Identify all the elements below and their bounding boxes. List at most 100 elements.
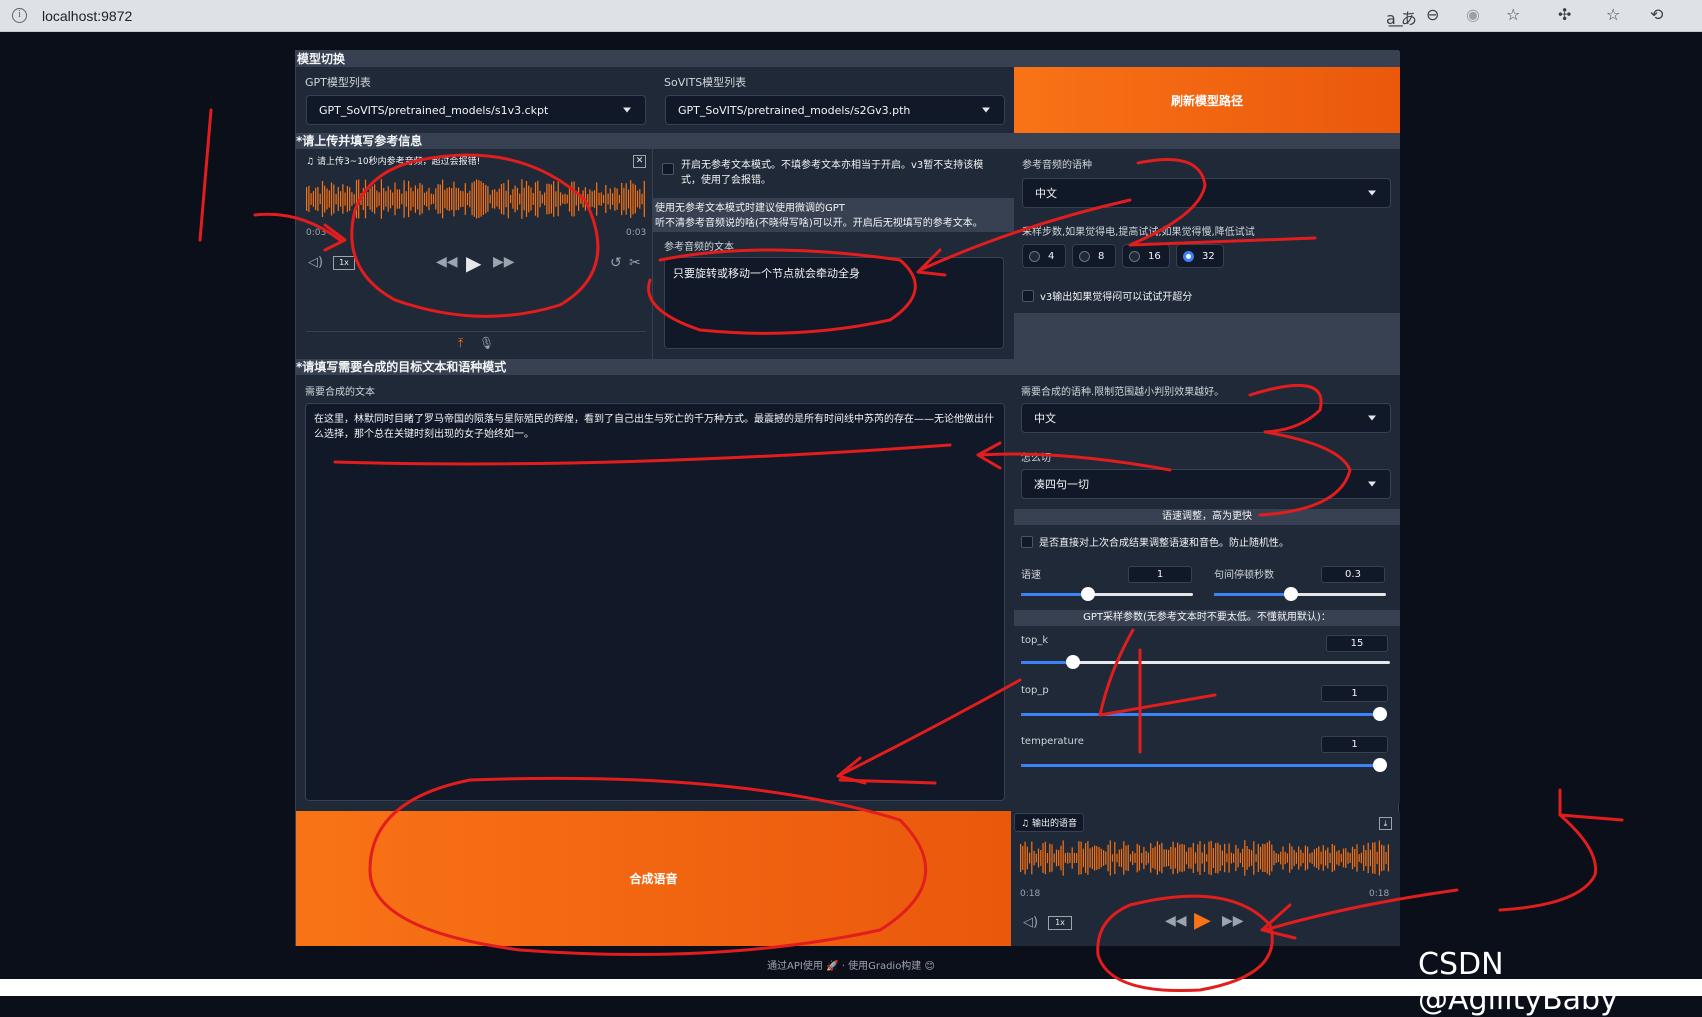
target-text-input[interactable]: 在这里，林默同时目睹了罗马帝国的陨落与星际殖民的辉煌，看到了自己出生与死亡的千万… xyxy=(305,403,1005,801)
output-waveform[interactable] xyxy=(1020,838,1390,878)
translate-icon[interactable]: a͟ あ xyxy=(1386,5,1417,29)
waveform-bar xyxy=(1264,844,1266,872)
steps-label: 采样步数,如果觉得电,提高试试,如果觉得慢,降低试试 xyxy=(1022,227,1255,238)
waveform-bar xyxy=(396,189,398,209)
topk-slider[interactable] xyxy=(1021,655,1390,669)
download-icon[interactable]: ⤓ xyxy=(1379,817,1392,830)
topk-number-input[interactable]: 15 xyxy=(1326,635,1388,652)
zoom-icon[interactable]: ⊖ xyxy=(1426,5,1439,24)
gpt-model-label: GPT模型列表 xyxy=(305,76,371,89)
rewind-icon[interactable]: ◀◀ xyxy=(1165,913,1187,929)
target-lang-dropdown[interactable]: 中文 xyxy=(1021,403,1391,433)
waveform-bar xyxy=(1049,843,1051,873)
slider-fill xyxy=(1021,593,1089,596)
waveform-bar xyxy=(1020,843,1022,873)
steps-option-32[interactable]: 32 xyxy=(1176,244,1224,268)
waveform-bar xyxy=(1329,853,1331,863)
reference-waveform[interactable] xyxy=(306,177,646,221)
refresh-models-button[interactable]: 刷新模型路径 xyxy=(1014,67,1400,133)
waveform-bar xyxy=(1316,848,1318,868)
extension-icon[interactable]: ◉ xyxy=(1466,5,1480,24)
retry-checkbox[interactable] xyxy=(1021,536,1033,548)
temperature-number-input[interactable]: 1 xyxy=(1321,736,1388,753)
steps-option-8[interactable]: 8 xyxy=(1072,244,1116,268)
slider-knob[interactable] xyxy=(1081,587,1096,601)
reference-title: *请上传并填写参考信息 xyxy=(296,133,1400,149)
trim-icon[interactable]: ✂ xyxy=(629,255,641,271)
site-info-icon[interactable]: i xyxy=(12,8,27,23)
output-speed-button[interactable]: 1x xyxy=(1048,916,1072,930)
pause-slider[interactable] xyxy=(1214,587,1386,601)
waveform-bar xyxy=(1123,841,1125,875)
waveform-bar xyxy=(1230,852,1232,864)
favorite-star-icon[interactable]: ☆ xyxy=(1506,5,1520,24)
upload-icon[interactable]: ⤒ xyxy=(458,336,463,351)
waveform-bar xyxy=(1029,852,1031,864)
extensions-puzzle-icon[interactable]: ✣ xyxy=(1558,5,1571,24)
play-icon[interactable]: ▶ xyxy=(466,251,481,275)
speed-slider[interactable] xyxy=(1021,587,1193,601)
waveform-bar xyxy=(482,183,484,215)
waveform-bar xyxy=(1336,851,1338,865)
topp-slider[interactable] xyxy=(1021,707,1387,721)
volume-icon[interactable]: ◁) xyxy=(308,255,323,270)
waveform-bar xyxy=(541,194,543,204)
waveform-bar xyxy=(1244,840,1246,876)
waveform-bar xyxy=(1340,853,1342,863)
waveform-bar xyxy=(562,194,564,204)
history-icon[interactable]: ⟲ xyxy=(1650,5,1663,24)
no-ref-text-checkbox[interactable] xyxy=(662,163,674,175)
reset-icon[interactable]: ↺ xyxy=(610,255,622,271)
close-icon[interactable]: ✕ xyxy=(633,155,646,168)
waveform-bar xyxy=(1165,849,1167,867)
address-bar[interactable]: localhost:9872 xyxy=(42,8,132,24)
waveform-bar xyxy=(1100,848,1102,868)
waveform-bar xyxy=(423,192,426,206)
waveform-bar xyxy=(417,188,419,210)
steps-option-4[interactable]: 4 xyxy=(1022,244,1066,268)
cut-value: 凑四句一切 xyxy=(1034,478,1089,491)
waveform-bar xyxy=(1033,850,1035,866)
footer-gradio-link[interactable]: 使用Gradio构建 xyxy=(848,961,921,972)
waveform-bar xyxy=(528,185,530,213)
waveform-bar xyxy=(609,188,611,210)
sovits-model-dropdown[interactable]: GPT_SoVITS/pretrained_models/s2Gv3.pth xyxy=(665,95,1005,125)
play-icon[interactable]: ▶ xyxy=(1194,908,1211,933)
microphone-icon[interactable]: 🎙 xyxy=(479,336,494,350)
waveform-bar xyxy=(387,186,389,212)
waveform-bar xyxy=(568,186,571,212)
footer-api-link[interactable]: 通过API使用 xyxy=(767,961,823,972)
synthesize-button[interactable]: 合成语音 xyxy=(296,811,1011,946)
waveform-bar xyxy=(346,186,348,212)
rewind-icon[interactable]: ◀◀ xyxy=(436,254,458,270)
playback-speed-button[interactable]: 1x xyxy=(333,256,355,270)
waveform-bar xyxy=(1215,843,1217,873)
waveform-bar xyxy=(1282,846,1284,870)
fast-forward-icon[interactable]: ▶▶ xyxy=(1222,913,1244,929)
waveform-bar xyxy=(1062,840,1064,876)
volume-icon[interactable]: ◁) xyxy=(1023,915,1038,930)
ref-lang-dropdown[interactable]: 中文 xyxy=(1022,178,1391,208)
steps-option-16[interactable]: 16 xyxy=(1122,244,1170,268)
favorites-list-icon[interactable]: ☆ xyxy=(1606,5,1620,24)
reference-audio-tag: ♫ 请上传3~10秒内参考音频，超过会报错! xyxy=(300,152,487,169)
slider-knob[interactable] xyxy=(1065,655,1080,669)
gpt-model-dropdown[interactable]: GPT_SoVITS/pretrained_models/s1v3.ckpt xyxy=(306,95,646,125)
v3-superres-checkbox[interactable] xyxy=(1022,290,1034,302)
no-ref-hint: 使用无参考文本模式时建议使用微调的GPT 听不清参考音频说的啥(不晓得写啥)可以… xyxy=(653,198,1014,232)
waveform-bar xyxy=(1381,844,1383,872)
pause-number-input[interactable]: 0.3 xyxy=(1321,566,1385,583)
topp-number-input[interactable]: 1 xyxy=(1321,685,1388,702)
ref-text-input[interactable]: 只要旋转或移动一个节点就会牵动全身 xyxy=(664,257,1004,349)
temperature-slider[interactable] xyxy=(1021,758,1387,772)
slider-knob[interactable] xyxy=(1373,758,1387,772)
waveform-bar xyxy=(1172,841,1174,875)
slider-knob[interactable] xyxy=(1373,707,1387,721)
waveform-bar xyxy=(555,191,557,207)
waveform-bar xyxy=(1273,850,1275,866)
fast-forward-icon[interactable]: ▶▶ xyxy=(493,254,515,270)
cut-dropdown[interactable]: 凑四句一切 xyxy=(1021,469,1391,499)
pause-label: 句间停顿秒数 xyxy=(1214,570,1274,581)
waveform-bar xyxy=(1080,841,1082,875)
speed-number-input[interactable]: 1 xyxy=(1128,566,1192,583)
